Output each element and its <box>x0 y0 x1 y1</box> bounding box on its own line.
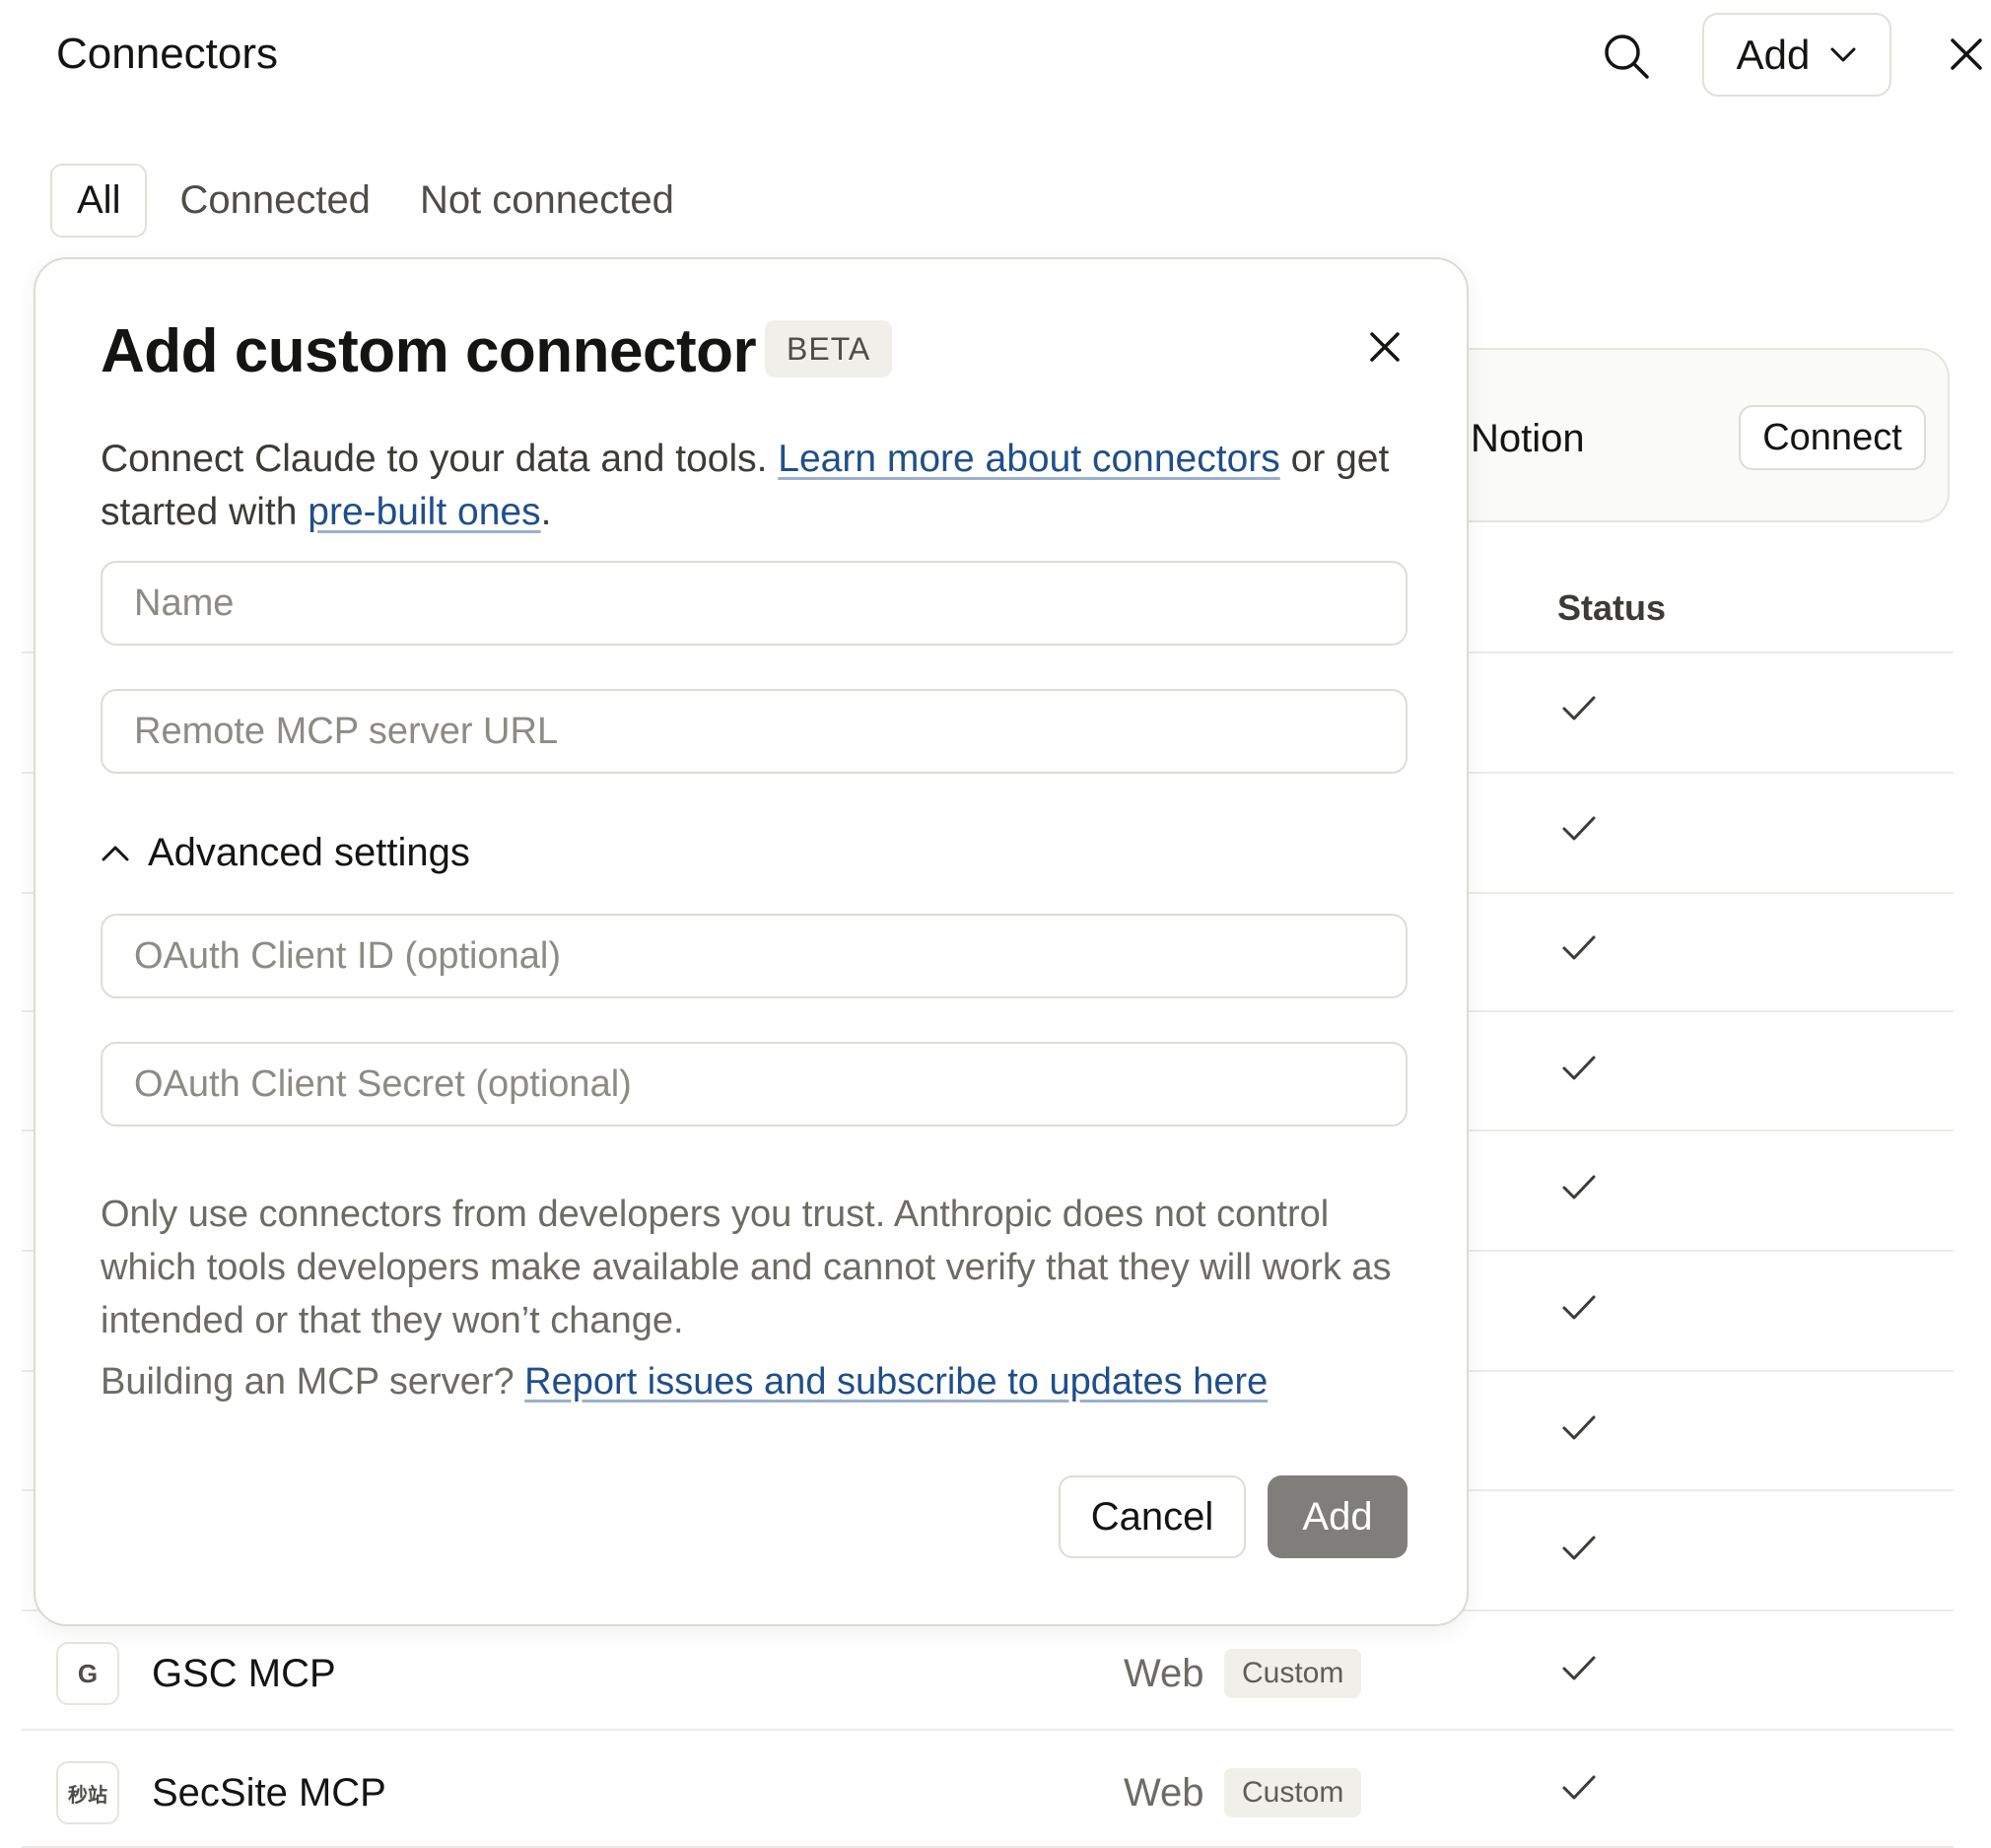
table-row[interactable]: G GSC MCP Web Custom <box>0 1616 1991 1735</box>
status-column-header: Status <box>1557 587 1667 628</box>
connector-avatar: 秒站 <box>56 1761 119 1824</box>
chevron-up-icon <box>102 846 129 860</box>
page-title: Connectors <box>56 30 279 78</box>
check-icon <box>1562 1056 1596 1080</box>
featured-connector-name: Notion <box>1471 417 1585 460</box>
connector-avatar: G <box>56 1642 119 1705</box>
check-icon <box>1562 1415 1596 1440</box>
featured-connector-card: Notion Connect <box>1429 348 1950 522</box>
custom-badge: Custom <box>1224 1649 1362 1698</box>
report-issues-link[interactable]: Report issues and subscribe to updates h… <box>524 1361 1268 1403</box>
beta-badge: BETA <box>765 320 893 377</box>
check-icon <box>1562 1656 1596 1680</box>
close-page-button[interactable] <box>1942 30 1991 79</box>
check-icon <box>1562 1536 1596 1560</box>
tab-not-connected[interactable]: Not connected <box>395 164 699 238</box>
learn-more-link[interactable]: Learn more about connectors <box>778 438 1279 480</box>
server-url-input[interactable] <box>101 689 1407 774</box>
dialog-title: Add custom connector <box>101 317 757 385</box>
chevron-down-icon <box>1830 47 1856 61</box>
table-row[interactable]: 秒站 SecSite MCP Web Custom <box>0 1736 1991 1848</box>
search-icon <box>1605 34 1649 79</box>
check-icon <box>1562 816 1596 841</box>
check-icon <box>1562 935 1596 960</box>
connect-button[interactable]: Connect <box>1739 405 1926 470</box>
description-text: . <box>540 491 552 533</box>
add-button-label: Add <box>1736 31 1811 78</box>
oauth-client-secret-input[interactable] <box>101 1042 1407 1127</box>
connector-name: GSC MCP <box>152 1652 336 1695</box>
tab-all[interactable]: All <box>50 164 148 238</box>
dialog-close-button[interactable] <box>1361 323 1408 371</box>
description-text: Connect Claude to your data and tools. <box>101 438 779 480</box>
advanced-settings-label: Advanced settings <box>148 831 470 874</box>
search-button[interactable] <box>1597 24 1656 89</box>
connector-type: Web <box>1124 1652 1204 1695</box>
add-custom-connector-dialog: Add custom connector BETA Connect Claude… <box>34 257 1469 1626</box>
dialog-description: Connect Claude to your data and tools. L… <box>101 433 1421 539</box>
filter-tabs: All Connected Not connected <box>50 164 699 238</box>
name-input[interactable] <box>101 561 1407 646</box>
connector-name: SecSite MCP <box>152 1771 386 1814</box>
close-icon <box>1951 38 1982 70</box>
cancel-button[interactable]: Cancel <box>1059 1475 1246 1558</box>
trust-warning: Only use connectors from developers you … <box>101 1194 1392 1341</box>
oauth-client-id-input[interactable] <box>101 914 1407 998</box>
check-icon <box>1562 1775 1596 1800</box>
custom-badge: Custom <box>1224 1768 1362 1817</box>
check-icon <box>1562 1175 1596 1199</box>
close-icon <box>1370 332 1400 362</box>
add-button[interactable]: Add <box>1268 1475 1407 1558</box>
advanced-settings-toggle[interactable]: Advanced settings <box>101 831 470 875</box>
connector-type: Web <box>1124 1771 1204 1814</box>
building-note: Building an MCP server? Report issues an… <box>101 1355 1268 1408</box>
check-icon <box>1562 696 1596 720</box>
pre-built-link[interactable]: pre-built ones <box>308 491 540 533</box>
building-text: Building an MCP server? <box>101 1361 525 1403</box>
check-icon <box>1562 1295 1596 1320</box>
tab-connected[interactable]: Connected <box>155 164 394 238</box>
add-dropdown-button[interactable]: Add <box>1702 13 1891 97</box>
